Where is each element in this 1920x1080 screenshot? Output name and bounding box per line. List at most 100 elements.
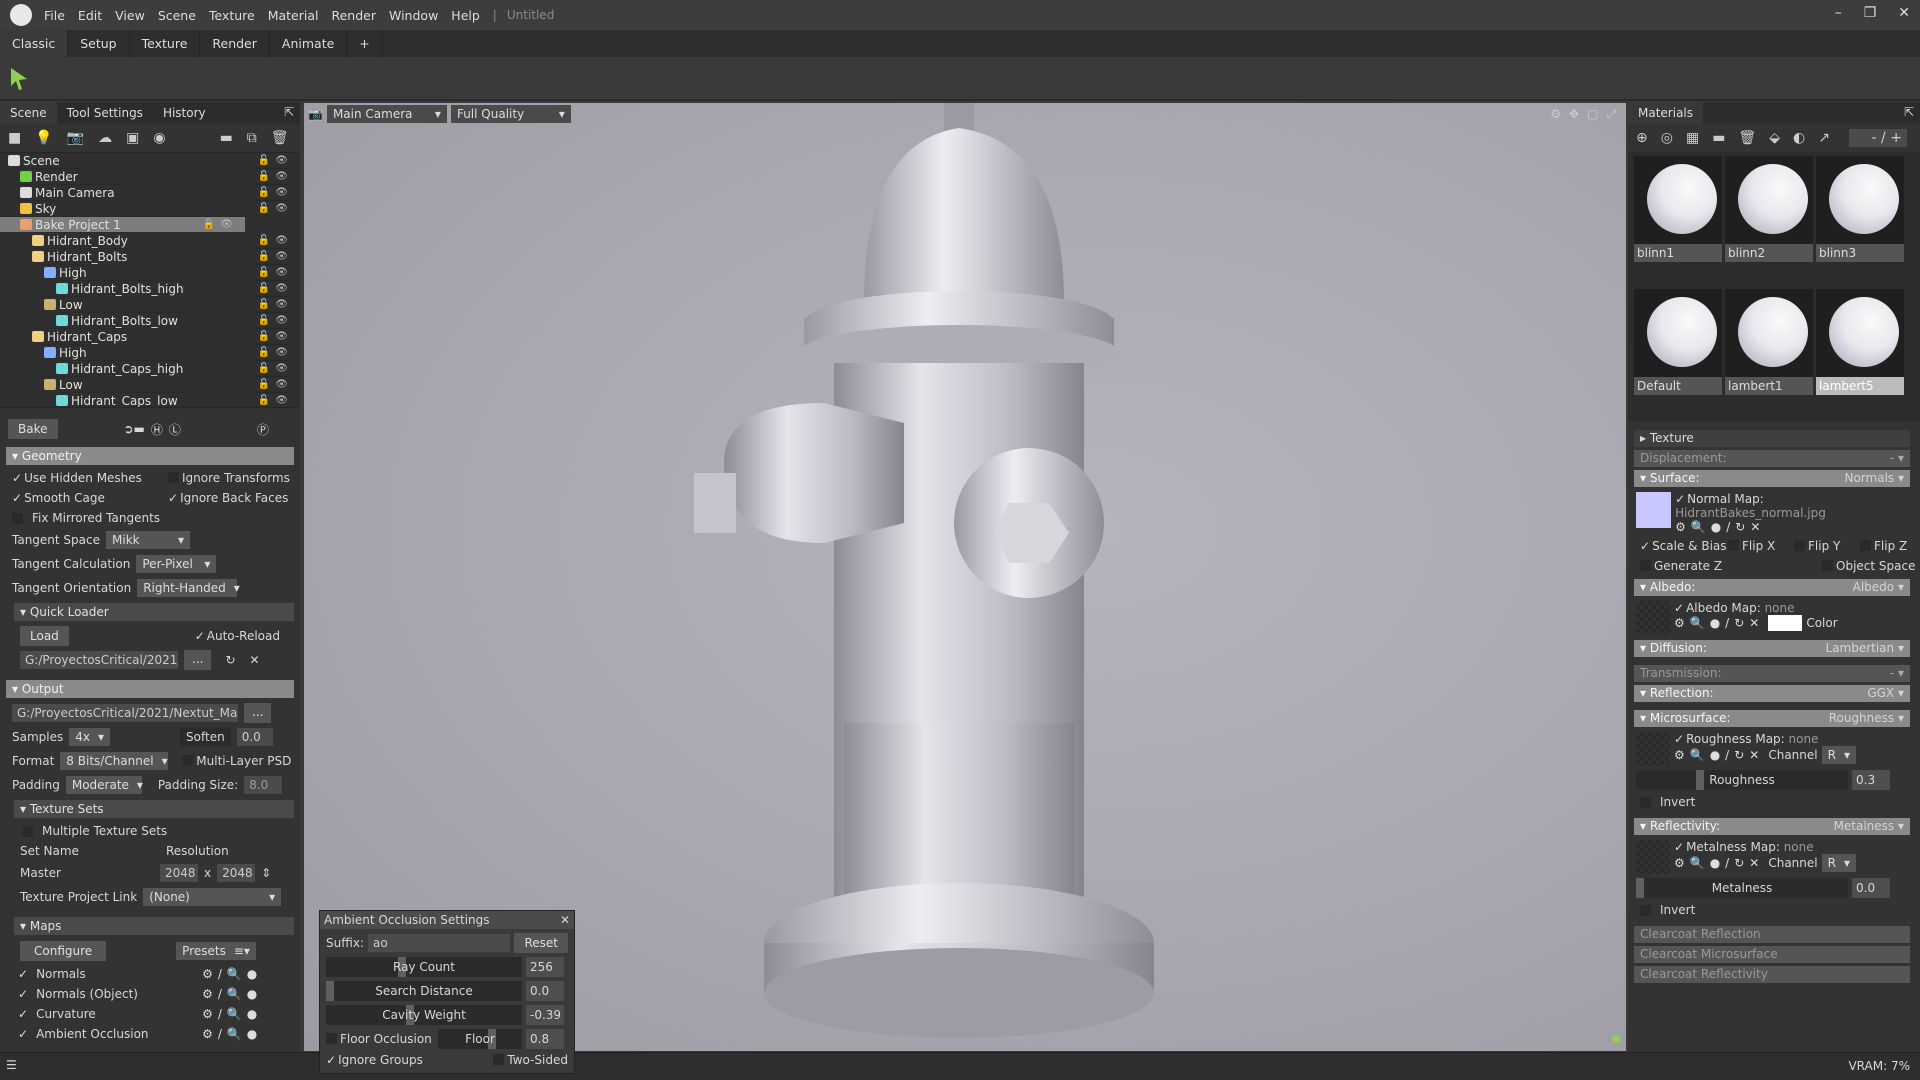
preview-icon[interactable]: Ⓟ [257,421,269,438]
normal-map-tools[interactable]: ⚙🔍●/↻✕ [1675,520,1912,534]
map-tools-icon[interactable]: ⚙/🔍● [202,1027,262,1041]
delete-icon[interactable]: 🗑 [271,130,289,146]
menu-window[interactable]: Window [389,8,438,23]
camera-dropdown[interactable]: Main Camera ▾ [326,105,447,123]
roughness-map-tools[interactable]: ⚙🔍●/↻✕ [1674,748,1764,762]
map-item[interactable]: ✓ Normals (Object) ⚙/🔍● [0,984,300,1004]
quick-loader-browse-button[interactable]: ... [184,650,212,670]
roughness-invert-checkbox[interactable]: Invert [1660,795,1695,809]
padding-size-input[interactable]: 8.0 [244,776,283,794]
configure-button[interactable]: Configure [20,941,107,961]
metalness-channel-dropdown[interactable]: R ▾ [1821,854,1856,872]
diffusion-header[interactable]: ▾ Diffusion: Lambertian ▾ [1634,640,1910,657]
viewport-move-icon[interactable]: ✥ [1569,107,1579,122]
soften-label[interactable]: Soften [180,728,231,746]
material-swatch[interactable]: lambert1 [1725,288,1813,395]
menu-scene[interactable]: Scene [158,8,196,23]
ray-count-input[interactable]: 256 [526,957,564,977]
reflectivity-header[interactable]: ▾ Reflectivity: Metalness ▾ [1634,818,1910,835]
visibility-icon[interactable]: 👁 [275,201,288,217]
output-browse-button[interactable]: ... [244,703,272,723]
tab-render[interactable]: Render [200,30,270,57]
load-button[interactable]: Load [20,626,69,646]
tree-item[interactable]: Sky 🔓 👁 [0,201,300,217]
fix-mirrored-tangents-checkbox[interactable]: Fix Mirrored Tangents [32,511,160,525]
tab-setup[interactable]: Setup [68,30,130,57]
material-swatch[interactable]: Default [1634,288,1722,395]
roughness-map-thumbnail[interactable] [1636,732,1670,766]
visibility-icon[interactable]: 👁 [275,185,288,201]
3d-viewport[interactable]: 📷 Main Camera ▾ Full Quality ▾ ⚙ ✥ ▢ ⤢ [304,103,1626,1051]
bake-to-folder-icon[interactable]: ➲▬ [124,422,145,436]
metalness-map-label[interactable]: Metalness Map: [1686,840,1780,854]
smooth-cage-checkbox[interactable]: Smooth Cage [24,491,105,505]
roughness-map-label[interactable]: Roughness Map: [1686,732,1785,746]
add-material-icon[interactable]: ◉ [153,130,165,146]
generate-z-checkbox[interactable]: Generate Z [1654,559,1722,573]
tab-history[interactable]: History [153,102,216,124]
visibility-icon[interactable]: 👁 [275,249,288,265]
ignore-transforms-checkbox[interactable]: Ignore Transforms [182,471,290,485]
lock-icon[interactable]: 🔓 [258,201,270,217]
floor-slider[interactable]: Floor [438,1029,522,1049]
tangent-calc-dropdown[interactable]: Per-Pixel ▾ [136,555,217,573]
tab-scene[interactable]: Scene [0,102,57,124]
tree-item[interactable]: Low 🔓 👁 [0,377,300,393]
tree-item[interactable]: Bake Project 1 🔓 👁 [0,217,245,233]
lock-icon[interactable]: 🔓 [258,233,270,249]
checker-icon[interactable]: ▦ [1686,130,1699,146]
cavity-weight-slider[interactable]: Cavity Weight [326,1005,522,1025]
normal-map-thumbnail[interactable] [1636,492,1672,528]
texture-project-link-dropdown[interactable]: (None) ▾ [143,888,282,906]
multiple-texture-sets-checkbox[interactable]: Multiple Texture Sets [42,824,167,838]
texture-sets-header[interactable]: ▾ Texture Sets [14,800,294,818]
two-sided-checkbox[interactable]: Two-Sided [507,1053,568,1067]
menu-render[interactable]: Render [331,8,376,23]
viewport-fullscreen-icon[interactable]: ⤢ [1606,107,1616,122]
flip-x-checkbox[interactable]: Flip X [1742,539,1775,553]
ray-count-slider[interactable]: Ray Count [326,957,522,977]
visibility-icon[interactable]: 👁 [275,345,288,361]
metalness-map-tools[interactable]: ⚙🔍●/↻✕ [1674,856,1764,870]
visibility-icon[interactable]: 👁 [275,233,288,249]
lock-icon[interactable]: 🔓 [258,281,270,297]
normal-map-label[interactable]: Normal Map: [1687,492,1764,506]
quality-dropdown[interactable]: Full Quality ▾ [450,105,571,123]
roughness-channel-dropdown[interactable]: R ▾ [1821,746,1856,764]
use-hidden-meshes-checkbox[interactable]: Use Hidden Meshes [24,471,142,485]
visibility-icon[interactable]: 👁 [275,361,288,377]
albedo-color-swatch[interactable] [1768,615,1803,631]
metalness-map-thumbnail[interactable] [1636,840,1670,874]
transmission-header[interactable]: Transmission: - ▾ [1634,665,1910,682]
albedo-map-tools[interactable]: ⚙🔍●/↻✕ [1674,616,1764,630]
tree-item[interactable]: High 🔓 👁 [0,345,300,361]
output-path-input[interactable]: G:/ProyectosCritical/2021/Nextut_Marmose… [12,704,238,722]
lock-icon[interactable]: 🔓 [258,377,270,393]
ignore-back-faces-checkbox[interactable]: Ignore Back Faces [180,491,288,505]
map-item-label[interactable]: Ambient Occlusion [36,1027,196,1041]
low-icon[interactable]: Ⓛ [169,421,181,438]
map-item-label[interactable]: Normals [36,967,196,981]
menu-view[interactable]: View [115,8,145,23]
tangent-space-dropdown[interactable]: Mikk ▾ [106,531,190,549]
tangent-orient-dropdown[interactable]: Right-Handed ▾ [137,579,240,597]
texture-section[interactable]: ▸ Texture [1634,430,1910,447]
maximize-icon[interactable]: ❐ [1864,5,1877,21]
console-icon[interactable]: ☰ [6,1058,17,1072]
map-tools-icon[interactable]: ⚙/🔍● [202,987,262,1001]
cavity-weight-input[interactable]: -0.39 [526,1005,564,1025]
visibility-icon[interactable]: 👁 [275,313,288,329]
material-swatch[interactable]: blinn3 [1816,156,1904,262]
quick-loader-path-input[interactable]: G:/ProyectosCritical/2021/Nextut_Marmose… [20,651,178,669]
search-distance-input[interactable]: 0.0 [526,981,564,1001]
visibility-icon[interactable]: 👁 [275,265,288,281]
clearcoat-microsurface-header[interactable]: Clearcoat Microsurface [1634,946,1910,963]
suffix-input[interactable]: ao [367,934,511,952]
new-folder-icon[interactable]: ▬ [220,130,233,146]
viewport-frame-icon[interactable]: ▢ [1587,107,1598,122]
bake-button[interactable]: Bake [8,419,58,439]
map-item[interactable]: ✓ Normals ⚙/🔍● [0,964,300,984]
tree-item[interactable]: Main Camera 🔓 👁 [0,185,300,201]
visibility-icon[interactable]: 👁 [275,329,288,345]
ignore-groups-checkbox[interactable]: Ignore Groups [338,1053,423,1067]
